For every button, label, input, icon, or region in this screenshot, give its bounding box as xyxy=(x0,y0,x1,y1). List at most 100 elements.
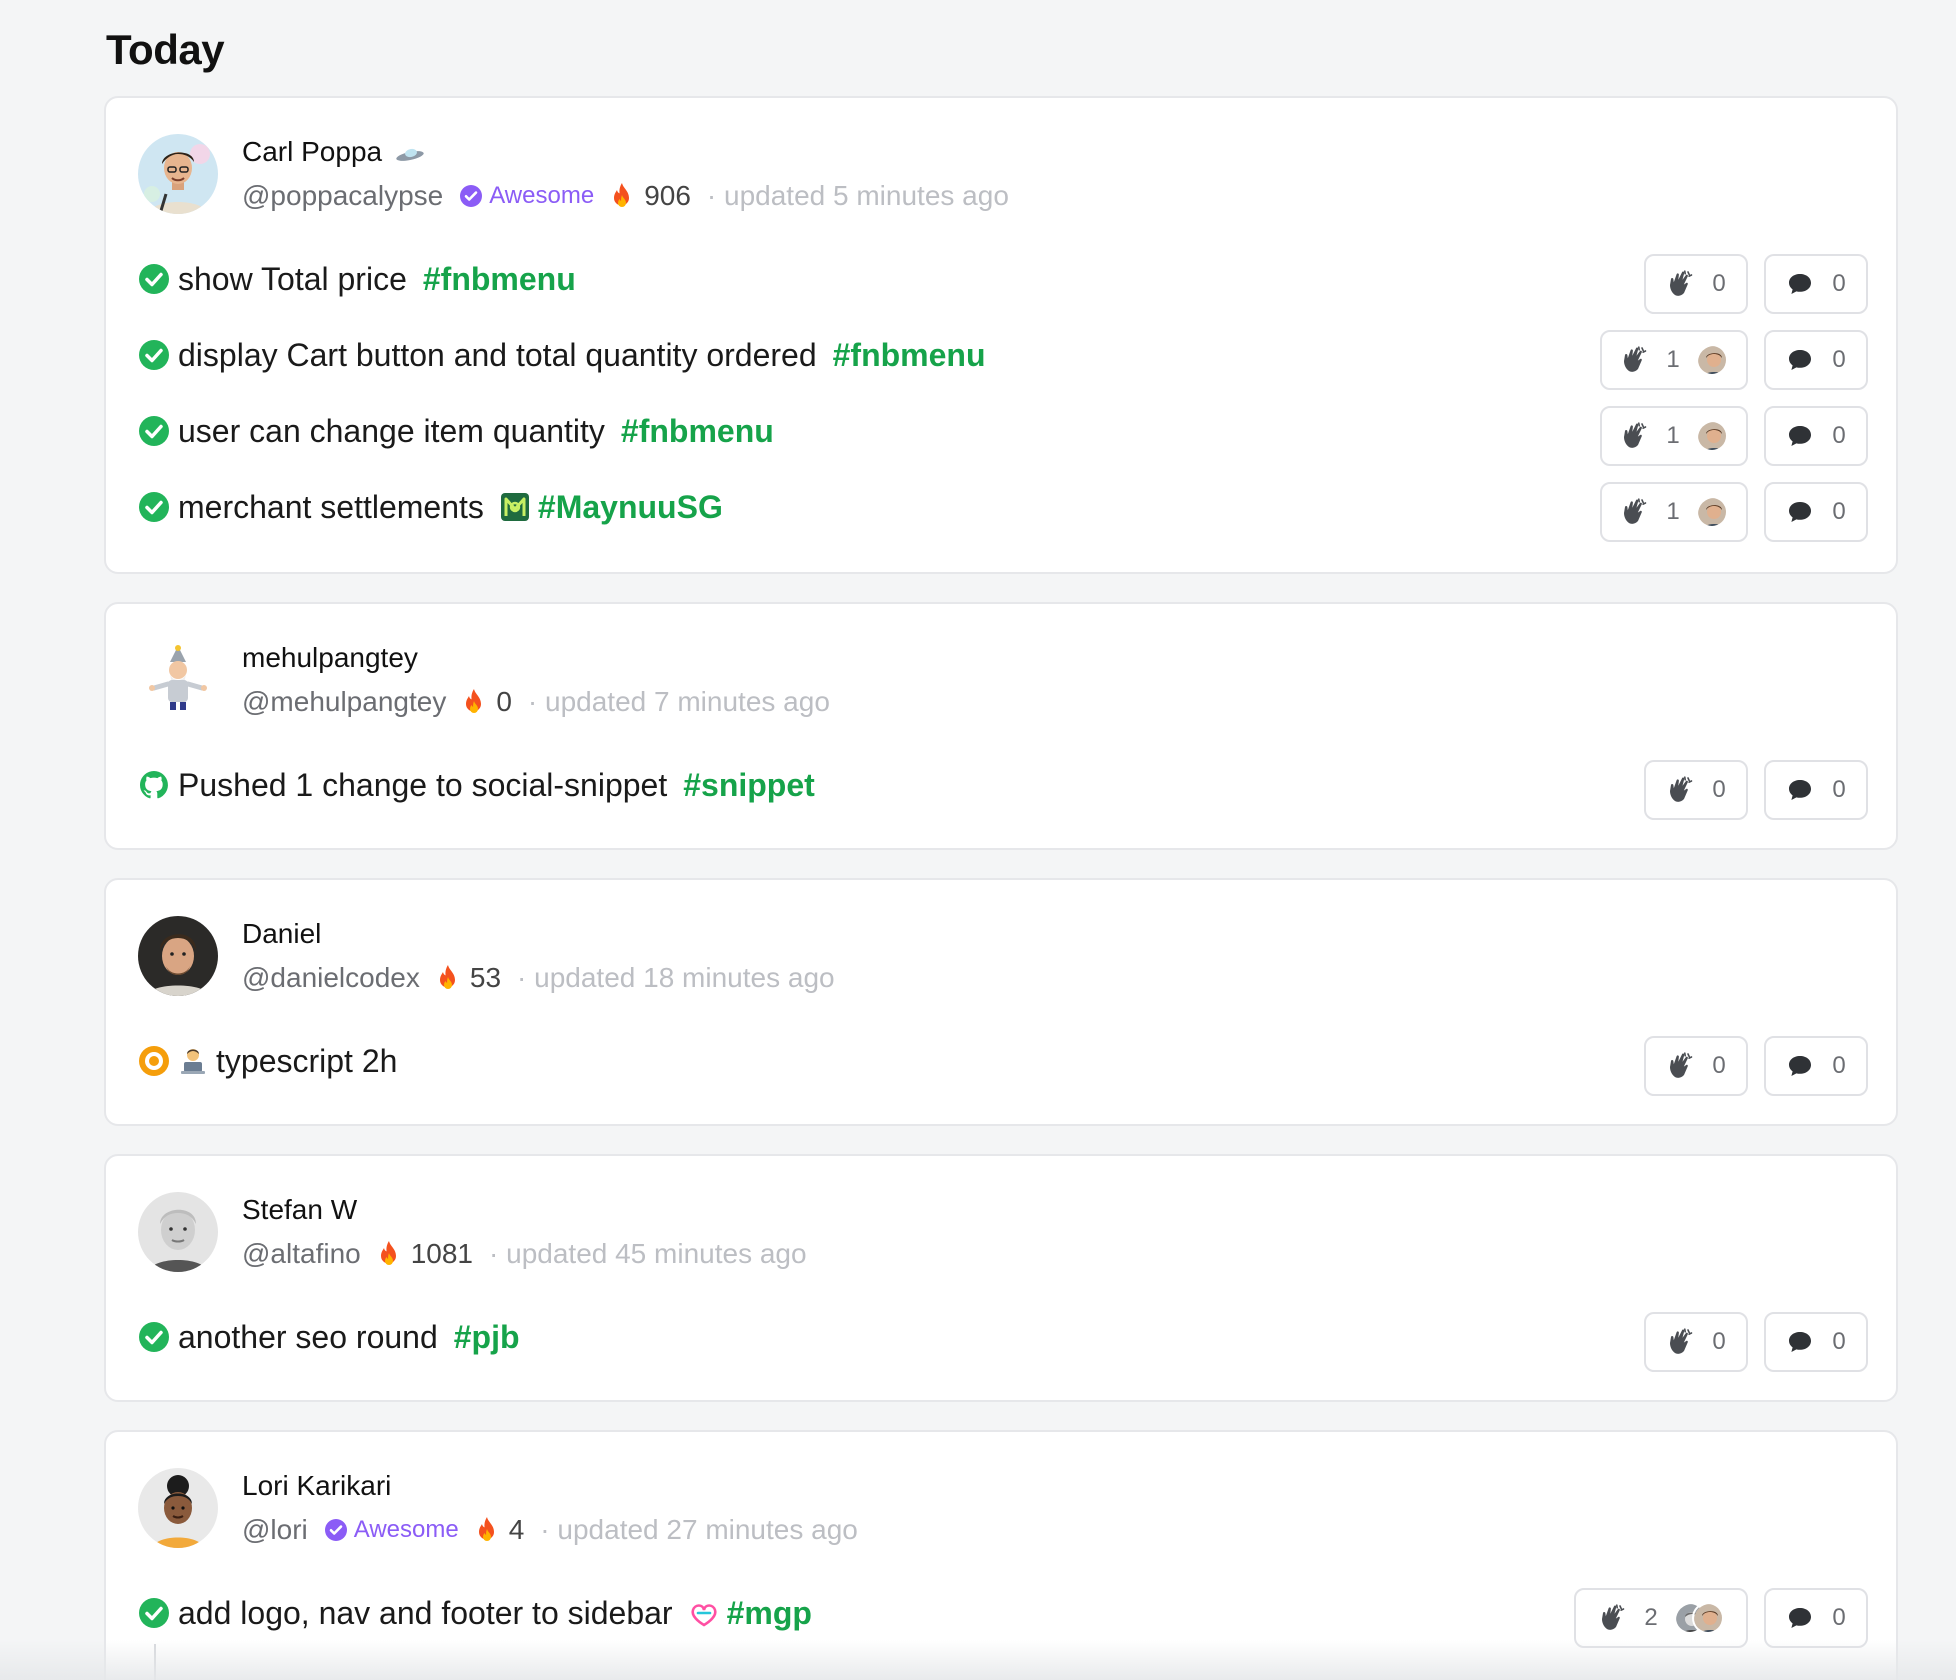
comment-icon xyxy=(1786,422,1814,450)
project-tag[interactable]: #fnbmenu xyxy=(833,337,986,374)
clap-count: 1 xyxy=(1666,498,1680,525)
user-name[interactable]: Lori Karikari xyxy=(242,1470,391,1502)
updated-time: · updated 27 minutes ago xyxy=(540,1514,858,1545)
comment-count: 0 xyxy=(1832,1052,1846,1079)
streak-count: 906 xyxy=(610,180,691,212)
clap-button[interactable]: 0 xyxy=(1644,1036,1748,1096)
comment-button[interactable]: 0 xyxy=(1764,1588,1868,1648)
task-item: merchant settlements #MaynuuSG xyxy=(138,487,723,527)
updated-time: · updated 18 minutes ago xyxy=(517,962,835,993)
user-name[interactable]: Carl Poppa xyxy=(242,136,426,168)
comment-count: 0 xyxy=(1832,1328,1846,1355)
clap-count: 0 xyxy=(1712,270,1726,297)
comment-icon xyxy=(1786,346,1814,374)
streak-count: 4 xyxy=(475,1514,524,1546)
user-handle[interactable]: @lori xyxy=(242,1514,308,1546)
done-check-icon xyxy=(138,491,170,523)
comment-button[interactable]: 0 xyxy=(1764,482,1868,542)
post-card: mehulpangtey @mehulpangtey 0 · updated 7… xyxy=(104,602,1898,850)
comment-button[interactable]: 0 xyxy=(1764,760,1868,820)
maynuu-logo-icon xyxy=(500,493,529,521)
avatar[interactable] xyxy=(138,1192,218,1272)
project-tag[interactable]: #fnbmenu xyxy=(423,261,576,298)
comment-count: 0 xyxy=(1832,270,1846,297)
clap-icon xyxy=(1598,1603,1628,1633)
task-item: display Cart button and total quantity o… xyxy=(138,335,986,375)
verified-icon xyxy=(459,184,483,208)
comment-count: 0 xyxy=(1832,422,1846,449)
done-check-icon xyxy=(138,1597,170,1629)
badge-label: Awesome xyxy=(489,182,595,209)
task-text: another seo round xyxy=(178,1318,438,1355)
done-check-icon xyxy=(138,1321,170,1353)
clap-icon xyxy=(1620,345,1650,375)
comment-button[interactable]: 0 xyxy=(1764,406,1868,466)
clap-button[interactable]: 0 xyxy=(1644,1312,1748,1372)
project-tag[interactable]: #snippet xyxy=(683,767,815,804)
clapper-avatar xyxy=(1695,496,1728,528)
user-name[interactable]: Daniel xyxy=(242,918,321,950)
clap-button[interactable]: 0 xyxy=(1644,760,1748,820)
user-handle[interactable]: @mehulpangtey xyxy=(242,686,446,718)
comment-count: 0 xyxy=(1832,1604,1846,1631)
user-handle[interactable]: @poppacalypse xyxy=(242,180,443,212)
user-name[interactable]: Stefan W xyxy=(242,1194,357,1226)
fire-icon xyxy=(436,964,460,992)
clap-icon xyxy=(1666,269,1696,299)
clap-button[interactable]: 0 xyxy=(1644,254,1748,314)
task-item: show Total price #fnbmenu xyxy=(138,259,576,299)
avatar[interactable] xyxy=(138,916,218,996)
badge-label: Awesome xyxy=(353,1516,459,1543)
clap-icon xyxy=(1666,1327,1696,1357)
comment-icon xyxy=(1786,1604,1814,1632)
scroll-fade xyxy=(0,1640,1956,1680)
clap-count: 2 xyxy=(1644,1604,1658,1631)
project-tag[interactable]: #mgp xyxy=(727,1595,812,1632)
clap-icon xyxy=(1666,775,1696,805)
user-handle[interactable]: @altafino xyxy=(242,1238,361,1270)
task-item: add logo, nav and footer to sidebar #mgp xyxy=(138,1593,812,1633)
comment-button[interactable]: 0 xyxy=(1764,1312,1868,1372)
project-tag[interactable]: #pjb xyxy=(454,1319,520,1356)
comment-icon xyxy=(1786,1052,1814,1080)
task-text: add logo, nav and footer to sidebar xyxy=(178,1594,673,1631)
updated-time: · updated 5 minutes ago xyxy=(706,180,1009,211)
clap-button[interactable]: 2 xyxy=(1574,1588,1748,1648)
clapper-avatar xyxy=(1695,420,1728,452)
task-item: another seo round #pjb xyxy=(138,1317,520,1357)
comment-icon xyxy=(1786,1328,1814,1356)
comment-button[interactable]: 0 xyxy=(1764,254,1868,314)
mgp-logo-icon xyxy=(690,1604,717,1627)
user-handle[interactable]: @danielcodex xyxy=(242,962,420,994)
user-name[interactable]: mehulpangtey xyxy=(242,642,418,674)
task-text: Pushed 1 change to social-snippet xyxy=(178,766,668,803)
comment-button[interactable]: 0 xyxy=(1764,330,1868,390)
clap-count: 1 xyxy=(1666,346,1680,373)
clapper-avatar xyxy=(1691,1602,1724,1634)
clap-button[interactable]: 1 xyxy=(1600,406,1748,466)
clap-icon xyxy=(1620,421,1650,451)
clap-count: 0 xyxy=(1712,1328,1726,1355)
updated-time: · updated 7 minutes ago xyxy=(527,686,830,717)
streak-value: 0 xyxy=(496,686,512,717)
clap-button[interactable]: 1 xyxy=(1600,482,1748,542)
clap-count: 0 xyxy=(1712,1052,1726,1079)
fire-icon xyxy=(610,182,634,210)
clap-button[interactable]: 1 xyxy=(1600,330,1748,390)
streak-value: 1081 xyxy=(410,1238,474,1269)
task-text: merchant settlements xyxy=(178,488,484,525)
awesome-badge: Awesome xyxy=(459,182,594,210)
comment-icon xyxy=(1786,498,1814,526)
avatar[interactable] xyxy=(138,1468,218,1548)
project-tag[interactable]: #MaynuuSG xyxy=(538,489,723,526)
clapper-avatar xyxy=(1695,344,1728,376)
awesome-badge: Awesome xyxy=(324,1516,459,1544)
avatar[interactable] xyxy=(138,134,218,214)
task-text: display Cart button and total quantity o… xyxy=(178,336,817,373)
avatar[interactable] xyxy=(138,640,218,720)
clap-count: 0 xyxy=(1712,776,1726,803)
task-item: Pushed 1 change to social-snippet #snipp… xyxy=(138,765,815,805)
github-icon xyxy=(139,771,168,799)
comment-button[interactable]: 0 xyxy=(1764,1036,1868,1096)
project-tag[interactable]: #fnbmenu xyxy=(621,413,774,450)
